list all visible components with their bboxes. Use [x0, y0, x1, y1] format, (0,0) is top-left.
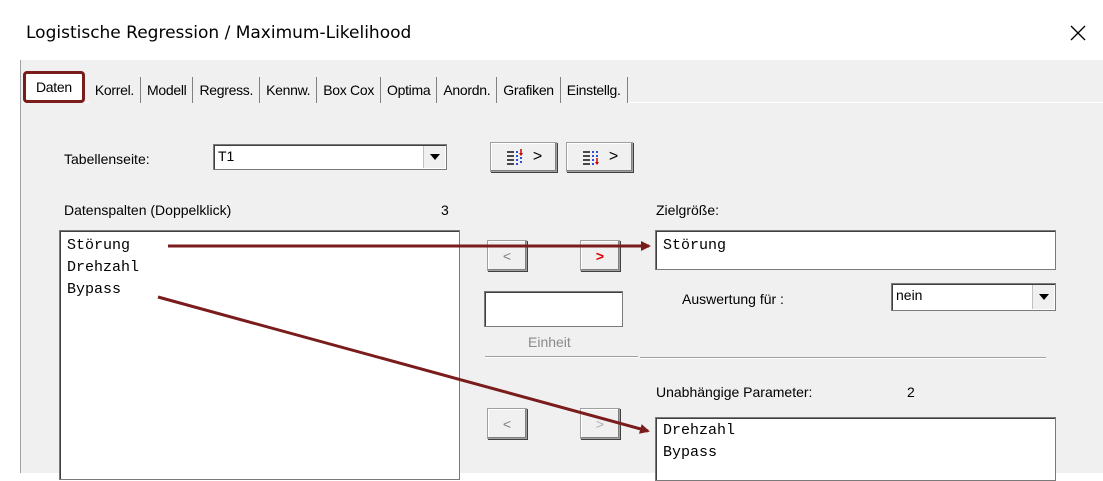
window-title: Logistische Regression / Maximum-Likelih…	[26, 23, 412, 43]
tab-einstellg[interactable]: Einstellg.	[560, 77, 628, 103]
evaluation-label: Auswertung für :	[682, 291, 784, 307]
evaluation-select[interactable]: nein	[891, 283, 1056, 311]
remove-parameter-button[interactable]: <	[487, 408, 527, 439]
target-label: Zielgröße:	[656, 202, 720, 218]
table-page-value: T1	[218, 148, 235, 164]
sort-columns-ascending-button[interactable]: >	[490, 142, 557, 172]
target-value: Störung	[663, 237, 727, 254]
table-page-dropdown[interactable]	[423, 146, 445, 168]
tab-modell[interactable]: Modell	[141, 77, 194, 103]
tab-strip: Daten Korrel. Modell Regress. Kennw. Box…	[23, 71, 628, 103]
close-button[interactable]	[1058, 14, 1098, 52]
list-item[interactable]: Drehzahl	[67, 259, 139, 276]
evaluation-value: nein	[896, 287, 923, 303]
tab-kennw[interactable]: Kennw.	[260, 77, 318, 103]
independent-count: 2	[907, 384, 915, 400]
data-columns-label: Datenspalten (Doppelklick)	[64, 202, 232, 218]
separator	[485, 356, 638, 358]
unit-label: Einheit	[528, 334, 571, 350]
move-right-glyph: >	[595, 247, 605, 264]
close-icon	[1070, 25, 1086, 41]
table-page-label: Tabellenseite:	[64, 151, 150, 167]
chevron-down-icon	[1038, 294, 1049, 300]
tab-regress[interactable]: Regress.	[193, 77, 261, 103]
chevron-down-icon	[429, 154, 440, 160]
list-item[interactable]: Störung	[67, 237, 130, 254]
move-right-glyph: >	[595, 415, 605, 432]
list-item[interactable]: Bypass	[663, 444, 717, 461]
tab-panel-daten: Tabellenseite: T1 > > Datenspalten (Dopp…	[23, 102, 1103, 481]
data-columns-count: 3	[441, 202, 449, 218]
list-item[interactable]: Bypass	[67, 281, 121, 298]
tab-optima[interactable]: Optima	[381, 77, 438, 103]
sort-asc-glyph: >	[532, 148, 543, 165]
unit-input[interactable]	[484, 291, 623, 327]
independent-params-list[interactable]: Drehzahl Bypass	[655, 417, 1056, 481]
tab-grafiken[interactable]: Grafiken	[497, 77, 561, 103]
tab-box-cox[interactable]: Box Cox	[317, 77, 382, 103]
remove-target-button[interactable]: <	[487, 240, 527, 271]
sort-columns-descending-button[interactable]: >	[566, 142, 633, 172]
target-field[interactable]: Störung	[655, 230, 1056, 270]
sort-columns-icon	[506, 149, 523, 165]
tab-daten[interactable]: Daten	[23, 71, 85, 103]
sort-columns-down-icon	[582, 151, 599, 165]
sort-desc-glyph: >	[608, 148, 619, 165]
tab-anordn[interactable]: Anordn.	[437, 77, 498, 103]
evaluation-dropdown[interactable]	[1032, 285, 1054, 309]
title-bar: Logistische Regression / Maximum-Likelih…	[0, 0, 1103, 60]
add-target-button[interactable]: >	[580, 240, 620, 271]
tab-korrel[interactable]: Korrel.	[88, 77, 141, 103]
move-left-glyph: <	[502, 247, 512, 264]
list-item[interactable]: Drehzahl	[663, 422, 735, 439]
separator	[640, 357, 1046, 359]
independent-label: Unabhängige Parameter:	[656, 384, 813, 400]
data-columns-list[interactable]: Störung Drehzahl Bypass	[59, 230, 460, 480]
move-left-glyph: <	[502, 415, 512, 432]
add-parameter-button[interactable]: >	[580, 408, 620, 439]
table-page-select[interactable]: T1	[213, 144, 447, 170]
